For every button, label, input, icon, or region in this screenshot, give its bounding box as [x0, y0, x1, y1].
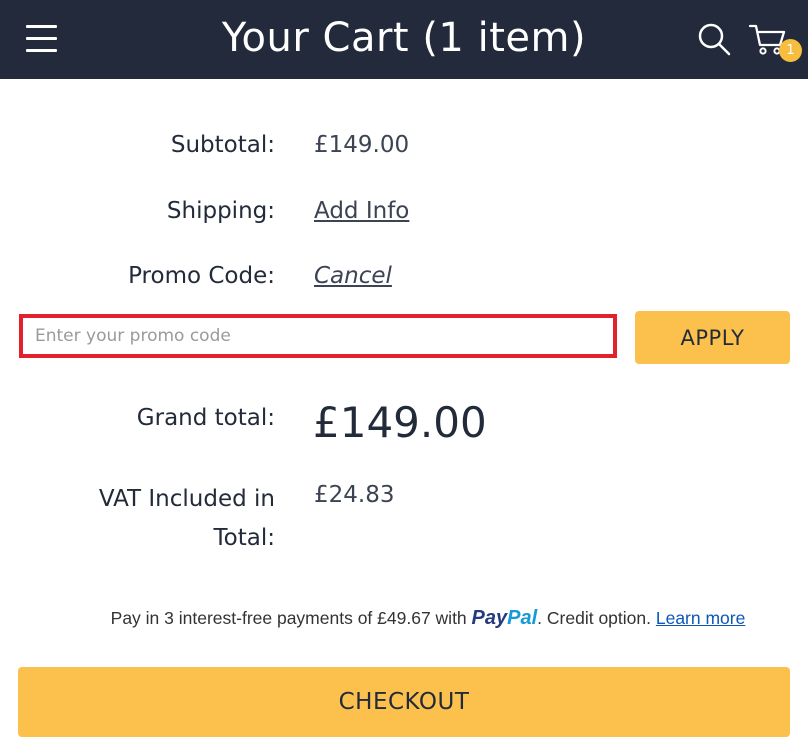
paypal-credit-text: . Credit option.: [537, 608, 651, 628]
paypal-message-text: Pay in 3 interest-free payments of £49.6…: [110, 608, 467, 628]
learn-more-link[interactable]: Learn more: [656, 608, 746, 628]
add-shipping-info-link[interactable]: Add Info: [314, 198, 409, 224]
checkout-button[interactable]: CHECKOUT: [18, 667, 790, 737]
promo-code-input[interactable]: [19, 314, 617, 358]
subtotal-label: Subtotal:: [170, 132, 275, 158]
subtotal-value: £149.00: [314, 132, 410, 158]
apply-promo-button[interactable]: APPLY: [635, 311, 790, 364]
top-bar: Your Cart (1 item) 1: [0, 0, 808, 79]
vat-value: £24.83: [314, 482, 395, 508]
page-title: Your Cart (1 item): [221, 15, 587, 61]
cancel-promo-link[interactable]: Cancel: [314, 263, 392, 289]
grand-total-value: £149.00: [313, 398, 487, 447]
promo-code-label: Promo Code:: [128, 263, 275, 289]
grand-total-label: Grand total:: [136, 405, 275, 431]
paypal-credit-message: Pay in 3 interest-free payments of £49.6…: [0, 607, 808, 630]
vat-label: VAT Included in Total:: [98, 486, 275, 551]
paypal-logo: PayPal: [471, 607, 538, 629]
search-icon[interactable]: [697, 22, 731, 56]
cart-count-badge: 1: [779, 39, 802, 62]
shipping-label: Shipping:: [166, 198, 275, 224]
